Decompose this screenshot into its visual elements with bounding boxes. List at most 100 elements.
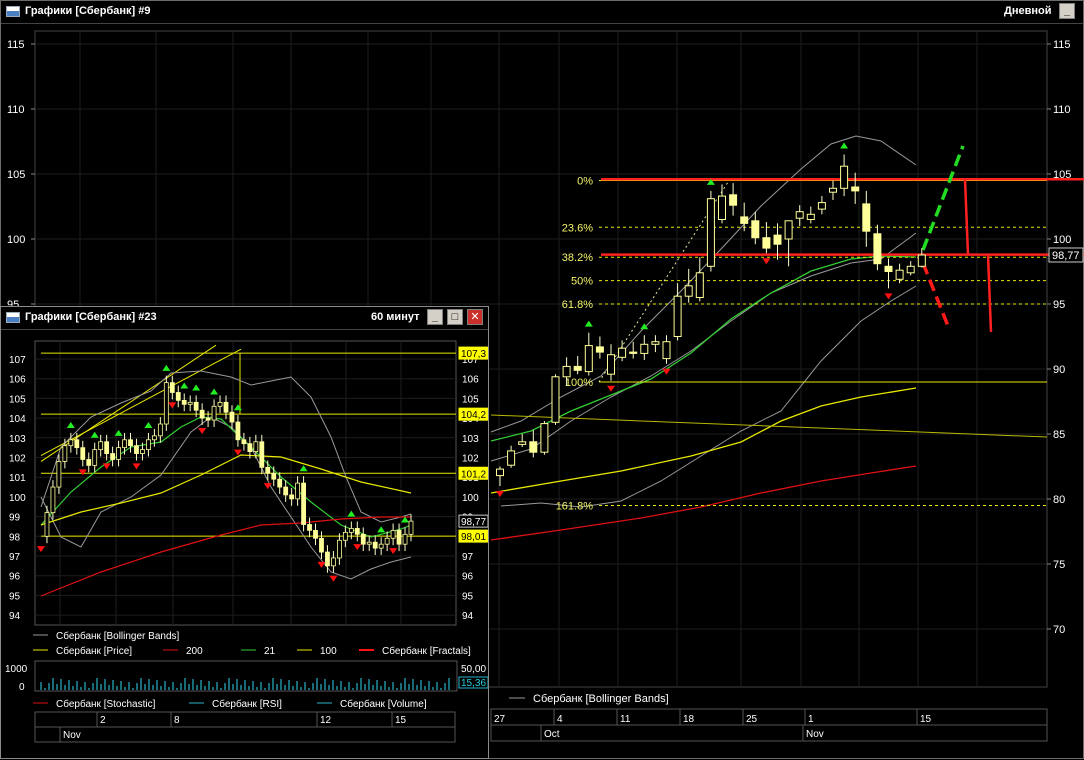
indicator-left-tick: 1000	[5, 664, 28, 675]
y-tick-label-right: 94	[462, 611, 474, 622]
candle-body	[241, 439, 247, 445]
candle-body	[104, 441, 110, 454]
month-label: Nov	[63, 730, 81, 741]
fib-level-label: 38.2%	[562, 252, 593, 264]
candle-body	[718, 195, 726, 221]
candle-body	[229, 411, 235, 423]
fib-level-label: 61.8%	[562, 299, 593, 311]
candle-body	[295, 482, 301, 500]
y-tick-label-right: 75	[1053, 559, 1065, 571]
candle-body	[98, 441, 104, 451]
y-tick-label-left: 115	[7, 39, 25, 51]
candle-body	[86, 459, 92, 466]
candle-body	[529, 441, 538, 453]
month-label: Nov	[806, 729, 824, 740]
candle-body	[402, 533, 408, 545]
date-tick-label: 27	[494, 714, 506, 725]
y-tick-label-right: 95	[1053, 299, 1065, 311]
date-tick-label: 12	[320, 715, 332, 726]
candle-body	[390, 529, 396, 539]
candle-body	[384, 537, 390, 545]
candle	[551, 374, 560, 425]
candle-body	[729, 194, 738, 206]
y-tick-label-right: 80	[1053, 494, 1065, 506]
candle-body	[50, 486, 56, 514]
candle-body	[618, 347, 627, 358]
fib-level-label: 50%	[571, 276, 593, 288]
rsi-value-label: 15,36	[461, 678, 486, 689]
y-tick-label-left: 107	[9, 355, 26, 366]
candle	[163, 375, 169, 431]
candle-body	[895, 269, 904, 280]
candle-body	[163, 382, 169, 425]
candle-body	[342, 531, 348, 541]
date-tick-label: 15	[920, 714, 932, 725]
candle-body	[366, 541, 372, 545]
candle-body	[662, 341, 671, 360]
hourly-price-chart[interactable]: 9494959596969797989899991001001011011021…	[1, 307, 488, 758]
candle-body	[408, 520, 414, 535]
candle-body	[325, 551, 330, 567]
fib-level-label: 100%	[565, 377, 593, 389]
y-tick-label-right: 110	[1053, 104, 1071, 116]
price-tag-label: 101,2	[461, 469, 486, 480]
y-tick-label-right: 102	[462, 454, 479, 465]
candle-body	[795, 211, 804, 219]
candle-body	[507, 450, 516, 466]
y-tick-label-left: 96	[9, 572, 21, 583]
candle-body	[784, 220, 793, 240]
candle-body	[283, 486, 289, 496]
candle-body	[253, 441, 259, 452]
y-tick-label-left: 99	[9, 513, 21, 524]
candle-body	[134, 445, 139, 454]
candle-body	[169, 382, 175, 393]
candle-body	[695, 272, 704, 298]
candle	[540, 421, 549, 455]
y-tick-label-right: 115	[1053, 39, 1071, 51]
candle-body	[157, 423, 163, 437]
indicator-left-tick: 0	[19, 682, 25, 693]
candle-body	[211, 405, 217, 421]
legend-label: Сбербанк [Bollinger Bands]	[533, 693, 669, 705]
candle-body	[56, 461, 62, 488]
legend-label: Сбербанк [Price]	[56, 645, 132, 657]
candle-body	[862, 203, 871, 232]
legend-label: 21	[264, 646, 276, 657]
y-tick-label-left: 105	[7, 169, 25, 181]
candle-body	[259, 441, 265, 468]
price-tag-label: 104,2	[461, 410, 486, 421]
y-tick-label-right: 90	[1053, 364, 1065, 376]
candle-body	[518, 441, 527, 445]
candle-body	[496, 468, 504, 477]
legend-label: Сбербанк [Bollinger Bands]	[56, 630, 180, 642]
candle-body	[313, 529, 318, 539]
y-tick-label-left: 105	[9, 394, 26, 405]
candle-body	[906, 265, 915, 274]
candle-body	[773, 234, 782, 245]
date-tick-label: 2	[100, 715, 106, 726]
candle-body	[817, 202, 826, 210]
y-tick-label-left: 97	[9, 552, 21, 563]
candle-body	[840, 165, 849, 189]
y-tick-label-left: 110	[7, 104, 25, 116]
candle-body	[331, 557, 336, 567]
legend-label: 100	[320, 646, 337, 657]
y-tick-label-left: 98	[9, 532, 21, 543]
last-price-label: 98,77	[1052, 250, 1080, 262]
date-tick-label: 4	[557, 714, 563, 725]
candle-body	[146, 439, 151, 451]
candle-body	[193, 401, 199, 411]
candle-body	[68, 439, 74, 447]
candle-body	[235, 421, 241, 441]
price-tag-label: 98,77	[461, 517, 486, 528]
candle-body	[396, 529, 402, 545]
date-tick-label: 1	[808, 714, 814, 725]
candle-body	[378, 543, 384, 549]
candle-body	[128, 439, 133, 447]
month-label: Oct	[544, 729, 560, 740]
legend-label: Сбербанк [Fractals]	[382, 645, 471, 657]
y-tick-label-right: 95	[462, 591, 474, 602]
date-tick-label: 18	[683, 714, 695, 725]
candle-body	[551, 376, 560, 423]
fib-level-label: 0%	[577, 176, 593, 188]
